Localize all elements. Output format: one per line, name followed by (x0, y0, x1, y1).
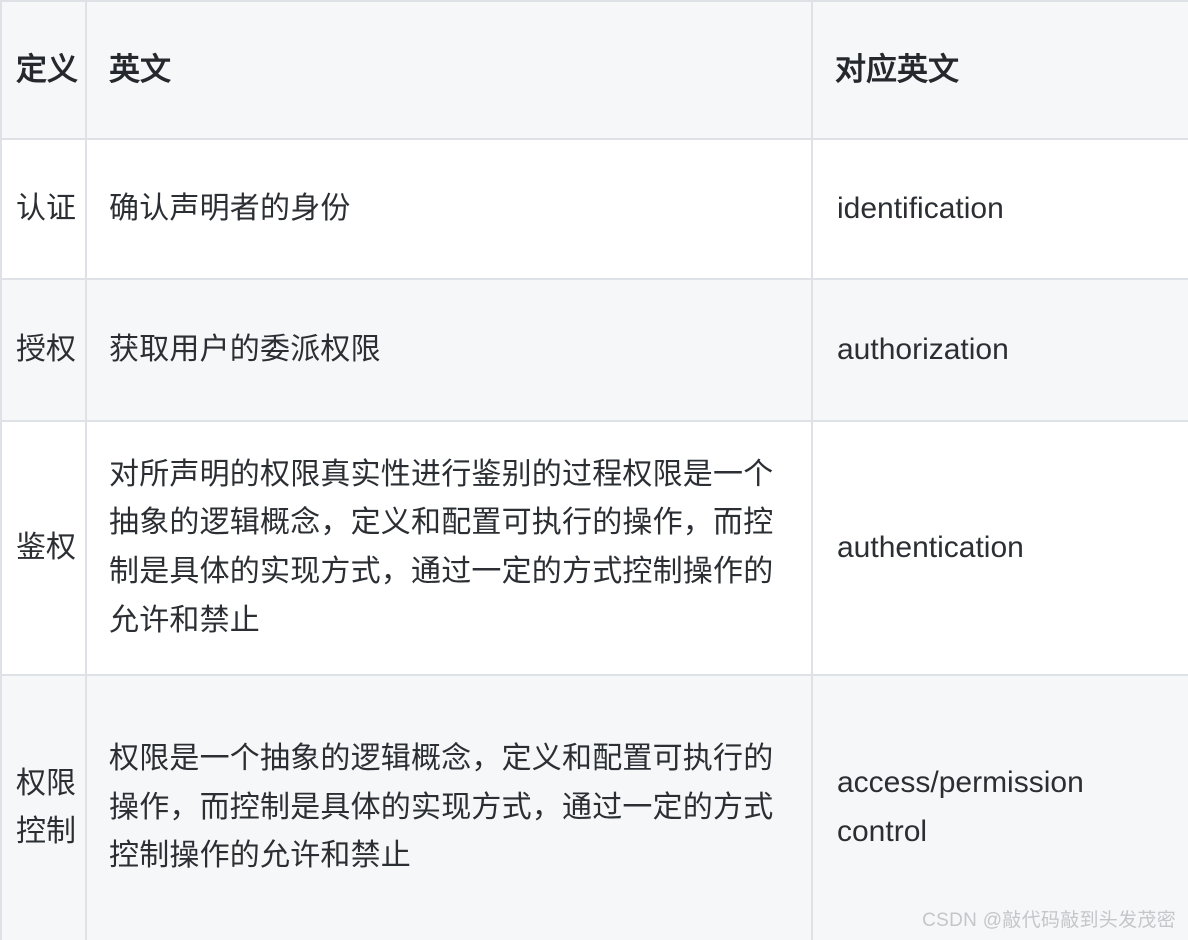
table-row: 认证 确认声明者的身份 identification (0, 139, 1188, 280)
table-row: 鉴权 对所声明的权限真实性进行鉴别的过程权限是一个抽象的逻辑概念，定义和配置可执… (0, 421, 1188, 676)
cell-chinese: 确认声明者的身份 (86, 139, 813, 280)
cell-chinese: 权限是一个抽象的逻辑概念，定义和配置可执行的操作，而控制是具体的实现方式，通过一… (86, 675, 813, 940)
cell-english: authorization (812, 279, 1188, 422)
table-row: 授权 获取用户的委派权限 authorization (0, 279, 1188, 422)
cell-english: identification (812, 139, 1188, 280)
cell-definition: 鉴权 (0, 421, 87, 676)
column-header-chinese: 英文 (86, 0, 813, 140)
cell-chinese: 对所声明的权限真实性进行鉴别的过程权限是一个抽象的逻辑概念，定义和配置可执行的操… (86, 421, 813, 676)
cell-definition: 认证 (0, 139, 87, 280)
table-header: 定义 英文 对应英文 (0, 0, 1188, 140)
cell-english: authentication (812, 421, 1188, 676)
terminology-table: 定义 英文 对应英文 认证 确认声明者的身份 identification 授权… (0, 0, 1188, 940)
table-row: 权限控制 权限是一个抽象的逻辑概念，定义和配置可执行的操作，而控制是具体的实现方… (0, 675, 1188, 940)
cell-definition: 权限控制 (0, 675, 87, 940)
table-container: 定义 英文 对应英文 认证 确认声明者的身份 identification 授权… (0, 0, 1188, 940)
table-body: 认证 确认声明者的身份 identification 授权 获取用户的委派权限 … (0, 139, 1188, 940)
cell-chinese: 获取用户的委派权限 (86, 279, 813, 422)
table-header-row: 定义 英文 对应英文 (0, 0, 1188, 140)
column-header-english: 对应英文 (812, 0, 1188, 140)
csdn-watermark: CSDN @敲代码敲到头发茂密 (922, 910, 1176, 931)
column-header-definition: 定义 (0, 0, 87, 140)
cell-definition: 授权 (0, 279, 87, 422)
cell-english: access/permission control (812, 675, 1188, 940)
